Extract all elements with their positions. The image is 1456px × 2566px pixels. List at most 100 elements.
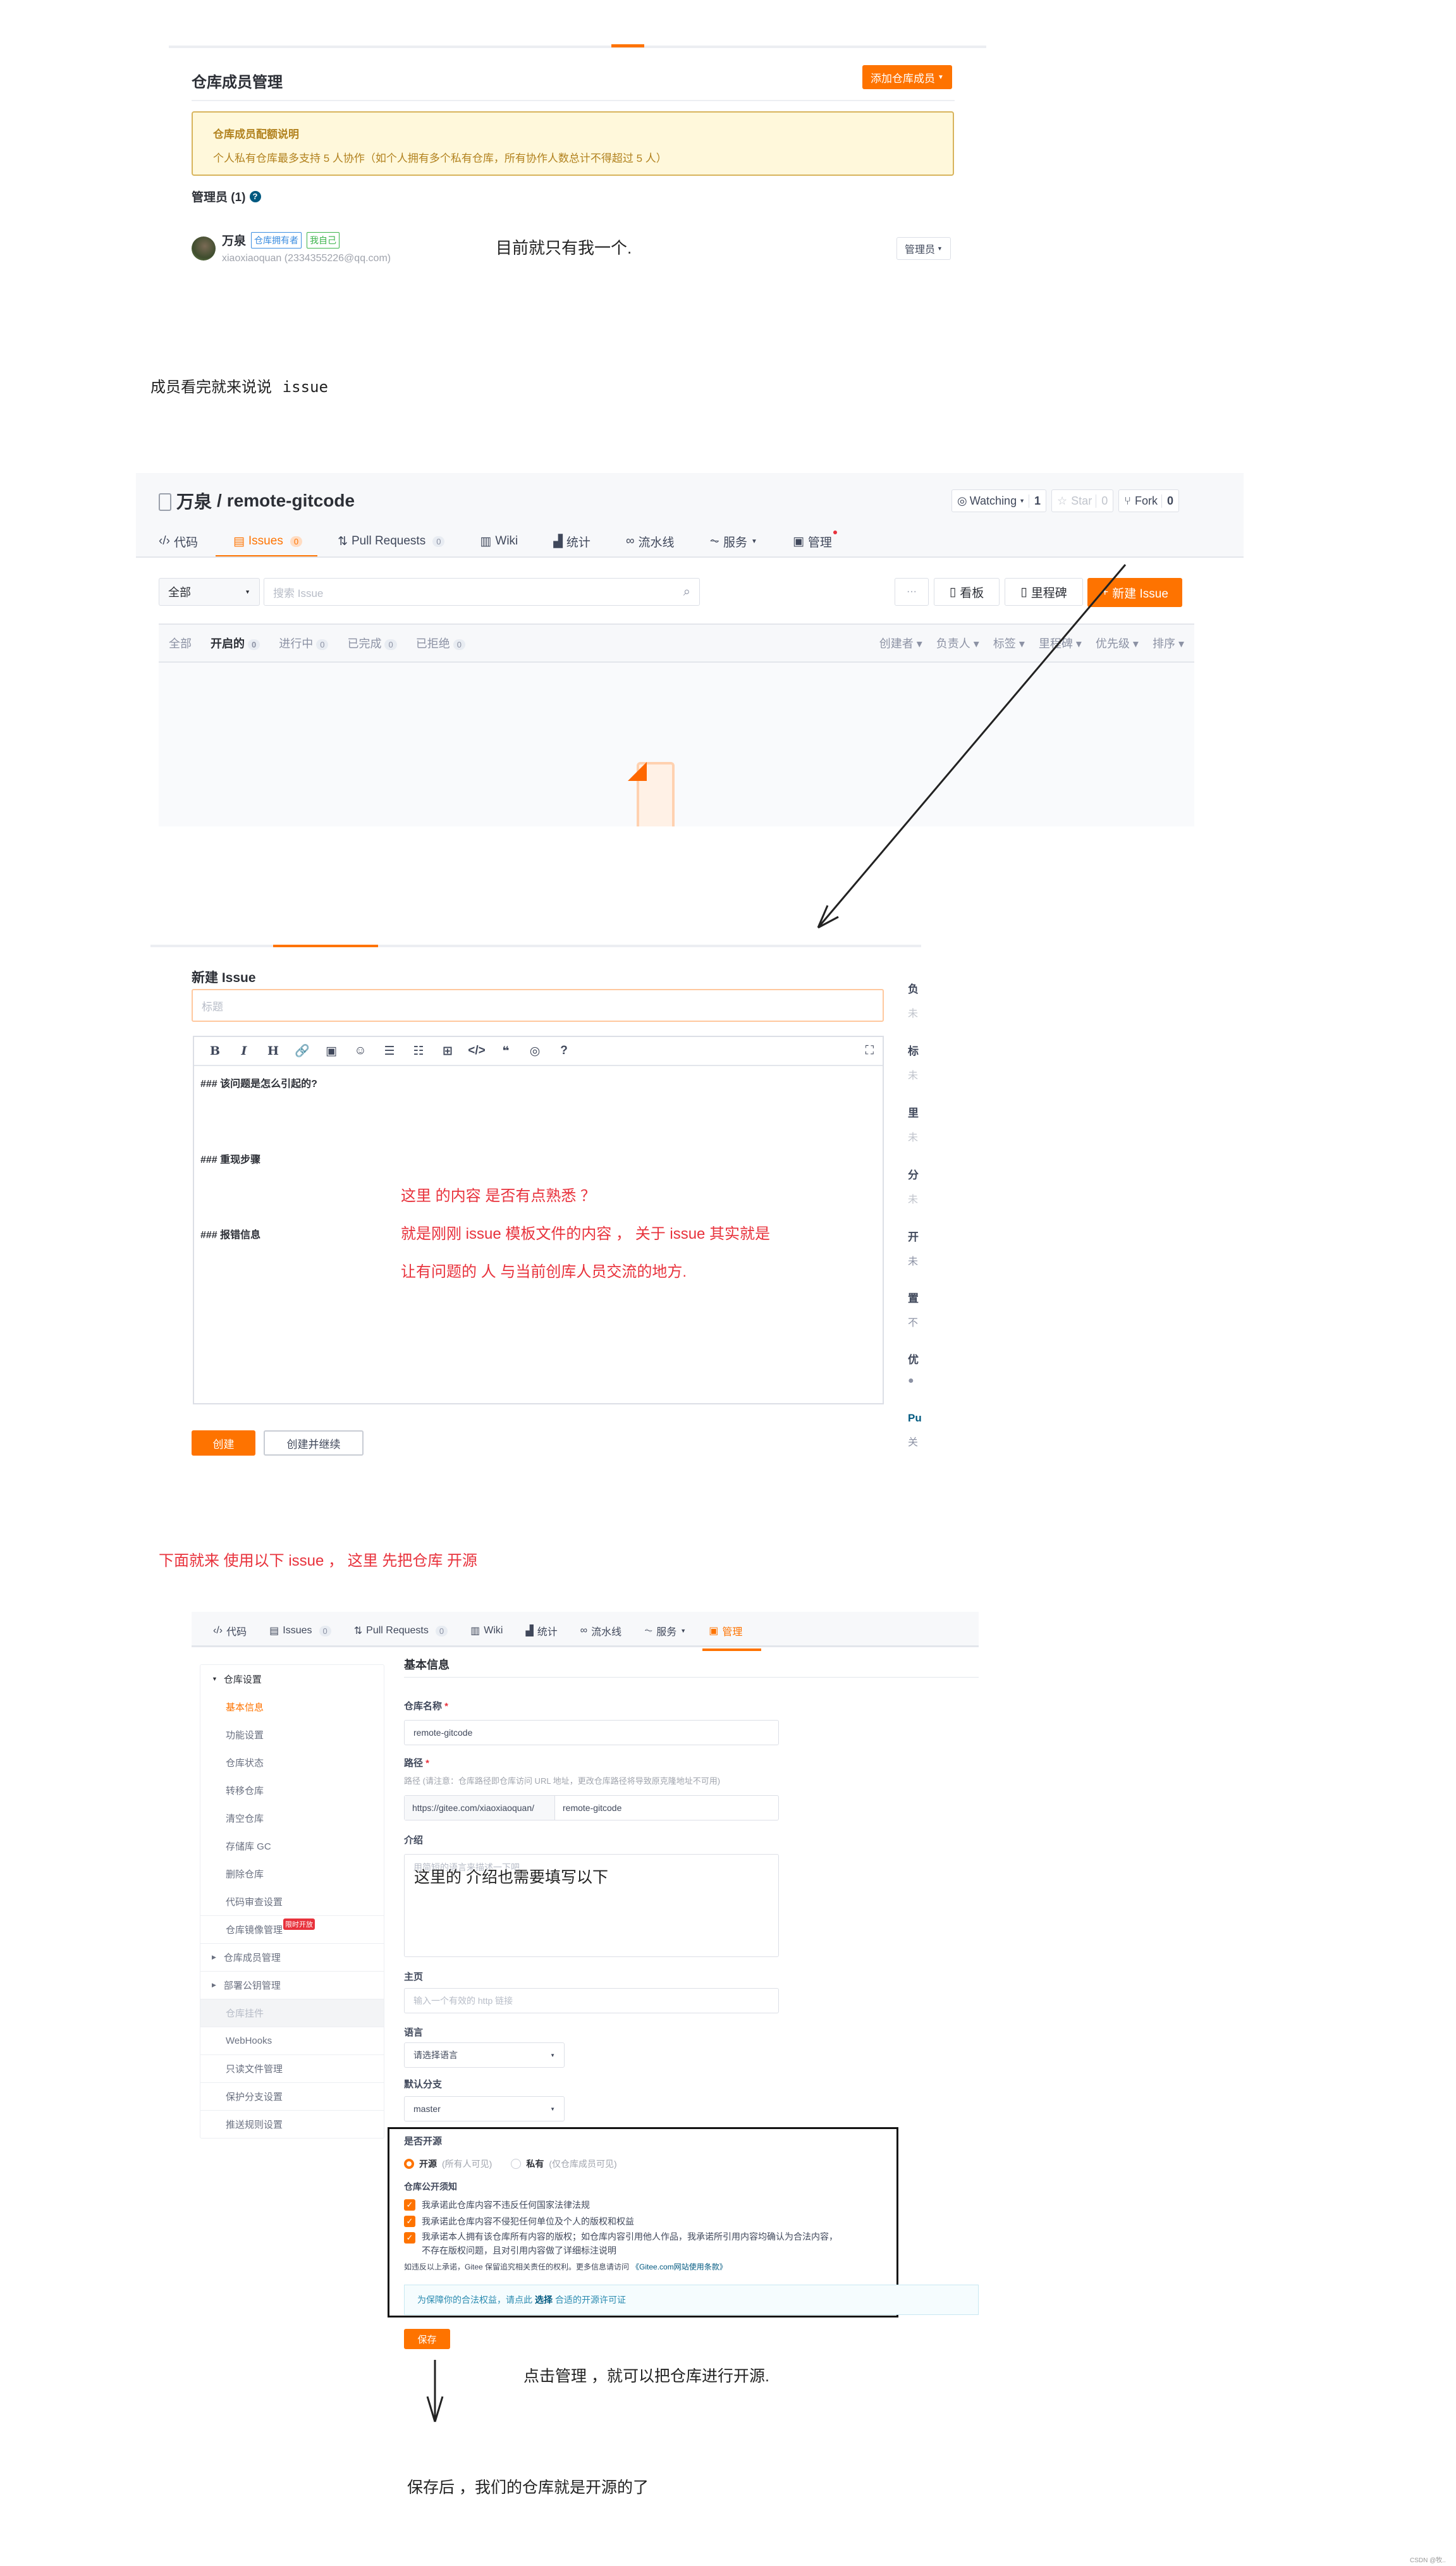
new-issue-button[interactable]: + 新建 Issue [1087, 578, 1182, 607]
star-button[interactable]: ☆ Star 0 [1051, 489, 1114, 512]
fullscreen-icon[interactable]: ⛶ [866, 1044, 874, 1058]
sidebar-item[interactable]: 功能设置 [200, 1721, 384, 1748]
tab-code[interactable]: ‹/› 代码 [159, 533, 198, 550]
state-open[interactable]: 开启的 0 [211, 635, 260, 651]
issue-sidebar-field[interactable]: 里未 [908, 1104, 921, 1166]
search-icon[interactable]: ⌕ [683, 585, 690, 599]
repo-name-link[interactable]: remote-gitcode [227, 491, 355, 511]
path-input[interactable]: remote-gitcode [555, 1796, 778, 1820]
bold-icon[interactable]: B [200, 1044, 229, 1058]
choose-license-link[interactable]: 选择 [535, 2293, 553, 2306]
help-icon[interactable]: ? [249, 190, 261, 202]
table-icon[interactable]: ⊞ [433, 1044, 462, 1059]
sidebar-item[interactable]: 只读文件管理 [200, 2054, 384, 2082]
sidebar-item[interactable]: 删除仓库 [200, 1860, 384, 1888]
markdown-editor[interactable]: B I H 🔗 ▣ ☺ ☰ ☷ ⊞ </> ❝ ◎? ⛶ ### 该问题是怎么引起的? ### 重现步骤… [193, 1036, 884, 1404]
terms-link[interactable]: 《Gitee.com网站使用条款》 [632, 2262, 727, 2271]
sort-author[interactable]: 创建者 ▾ [879, 635, 922, 651]
sort-label[interactable]: 标签 ▾ [993, 635, 1025, 651]
tab-pull-requests[interactable]: ⇅ Pull Requests 0 [338, 534, 445, 549]
filter-select[interactable]: 全部 ▼ [159, 578, 260, 606]
bullet-list-icon[interactable]: ☰ [375, 1044, 404, 1059]
tab-code[interactable]: ‹/› 代码 [213, 1623, 247, 1638]
repo-name-input[interactable]: remote-gitcode [404, 1720, 779, 1745]
issue-sidebar-field[interactable]: 置不 [908, 1289, 921, 1351]
milestone-button[interactable]: ▯ 里程碑 [1005, 578, 1083, 606]
save-button[interactable]: 保存 [404, 2329, 450, 2349]
add-member-button[interactable]: 添加仓库成员 ▼ [862, 65, 952, 89]
preview-icon[interactable]: ◎ [520, 1044, 549, 1059]
create-button[interactable]: 创建 [192, 1430, 255, 1456]
language-select[interactable]: 请选择语言 ▼ [404, 2042, 565, 2068]
issue-search-input[interactable]: 搜索 Issue ⌕ [264, 578, 700, 606]
kanban-button[interactable]: ▯ 看板 [934, 578, 1000, 606]
heading-icon[interactable]: H [259, 1044, 288, 1058]
more-button[interactable]: ··· [895, 578, 929, 606]
sidebar-item[interactable]: 清空仓库 [200, 1804, 384, 1832]
issue-sidebar-field[interactable]: 开未 [908, 1228, 921, 1289]
tab-issues[interactable]: ▤ Issues 0 [269, 1624, 331, 1637]
tab-issues[interactable]: ▤ Issues 0 [215, 534, 318, 558]
sidebar-item[interactable]: 基本信息 [200, 1693, 384, 1721]
sidebar-item[interactable]: 转移仓库 [200, 1776, 384, 1804]
italic-icon[interactable]: I [229, 1044, 259, 1058]
link-icon[interactable]: 🔗 [288, 1043, 317, 1059]
tab-manage[interactable]: ▣ 管理 [793, 530, 837, 550]
issue-sidebar-field[interactable]: Pu 关 [908, 1412, 921, 1473]
tab-service[interactable]: ⏦ 服务 ▼ [644, 1623, 686, 1638]
sort-priority[interactable]: 优先级 ▾ [1096, 635, 1139, 651]
sidebar-item[interactable]: 仓库状态 [200, 1748, 384, 1776]
sidebar-item-members[interactable]: ▶ 仓库成员管理 [200, 1943, 384, 1971]
tab-wiki[interactable]: ▥ Wiki [480, 534, 518, 549]
tab-pipeline[interactable]: ∞ 流水线 [626, 533, 675, 550]
state-rejected[interactable]: 已拒绝 0 [416, 635, 465, 651]
watch-button[interactable]: ◎ Watching ▼ 1 [951, 489, 1047, 512]
sidebar-item[interactable]: WebHooks [200, 2027, 384, 2054]
state-progressing[interactable]: 进行中 0 [279, 635, 329, 651]
issue-title-input[interactable]: 标题 [192, 989, 884, 1022]
state-closed[interactable]: 已完成 0 [347, 635, 397, 651]
sidebar-group-repo-settings[interactable]: ▼ 仓库设置 [200, 1665, 384, 1693]
sidebar-item[interactable]: 代码审查设置 [200, 1888, 384, 1915]
checkbox-ownership[interactable]: ✓ 我承诺本人拥有该仓库所有内容的版权；如仓库内容引用他人作品，我承诺所引用内容均… [404, 2230, 979, 2257]
sidebar-item-mirror[interactable]: 仓库镜像管理 限时开放 [200, 1915, 384, 1943]
create-continue-button[interactable]: 创建并继续 [264, 1430, 364, 1456]
checkbox-law[interactable]: ✓ 我承诺此仓库内容不违反任何国家法律法规 [404, 2197, 979, 2213]
sidebar-item[interactable]: 推送规则设置 [200, 2110, 384, 2138]
help-icon[interactable]: ? [549, 1044, 578, 1058]
emoji-icon[interactable]: ☺ [346, 1044, 375, 1058]
issue-sidebar-field[interactable]: 分未 [908, 1166, 921, 1228]
sort-order[interactable]: 排序 ▾ [1153, 635, 1184, 651]
tab-stats[interactable]: ▟ 统计 [553, 533, 590, 550]
code-icon[interactable]: </> [462, 1044, 491, 1058]
radio-open[interactable] [404, 2159, 414, 2169]
default-branch-select[interactable]: master ▼ [404, 2096, 565, 2121]
owner-badge: 仓库拥有者 [251, 231, 302, 249]
state-all[interactable]: 全部 [169, 635, 192, 651]
fork-button[interactable]: ⑂ Fork 0 [1118, 489, 1180, 512]
tab-manage[interactable]: ▣ 管理 [702, 1623, 762, 1651]
ordered-list-icon[interactable]: ☷ [404, 1044, 433, 1059]
tab-pull-requests[interactable]: ⇅ Pull Requests 0 [354, 1624, 448, 1637]
radio-private[interactable] [511, 2159, 522, 2169]
issue-sidebar-field[interactable]: 标未 [908, 1042, 921, 1104]
sidebar-item[interactable]: 保护分支设置 [200, 2082, 384, 2110]
issue-sidebar-field[interactable]: 优 ● [908, 1351, 921, 1412]
sidebar-item-widget[interactable]: 仓库挂件 [200, 1999, 384, 2027]
sort-milestone[interactable]: 里程碑 ▾ [1039, 635, 1082, 651]
repo-owner-link[interactable]: 万泉 [176, 488, 212, 513]
member-name[interactable]: 万泉 [222, 231, 246, 249]
sidebar-item[interactable]: 存储库 GC [200, 1832, 384, 1860]
tab-service[interactable]: ⏦ 服务 ▼ [710, 533, 757, 550]
quote-icon[interactable]: ❝ [491, 1044, 520, 1059]
tab-stats[interactable]: ▟ 统计 [525, 1623, 557, 1638]
image-icon[interactable]: ▣ [317, 1044, 346, 1059]
homepage-input[interactable]: 输入一个有效的 http 链接 [404, 1988, 779, 2013]
sidebar-item-deploy-keys[interactable]: ▶ 部署公钥管理 [200, 1971, 384, 1999]
sort-assignee[interactable]: 负责人 ▾ [936, 635, 979, 651]
role-dropdown[interactable]: 管理员 ▼ [896, 237, 951, 260]
tab-wiki[interactable]: ▥ Wiki [470, 1624, 503, 1637]
tab-pipeline[interactable]: ∞ 流水线 [580, 1623, 621, 1638]
checkbox-copyright[interactable]: ✓ 我承诺此仓库内容不侵犯任何单位及个人的版权和权益 [404, 2213, 979, 2230]
issue-sidebar-field[interactable]: 负未 [908, 980, 921, 1042]
